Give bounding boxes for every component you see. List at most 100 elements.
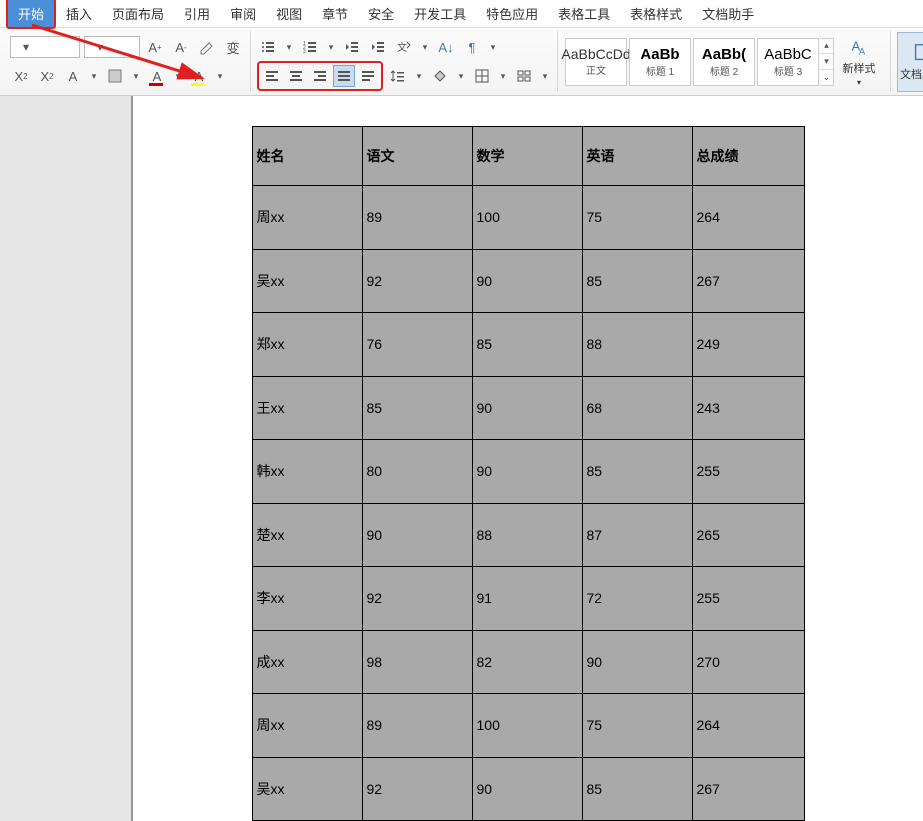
style-normal[interactable]: AaBbCcDd正文 [565, 38, 627, 86]
table-row[interactable]: 王xx859068243 [252, 376, 804, 440]
table-cell[interactable]: 85 [582, 249, 692, 313]
table-row[interactable]: 周xx8910075264 [252, 186, 804, 250]
table-cell[interactable]: 周xx [252, 694, 362, 758]
styles-scroll[interactable]: ▴▾⌄ [820, 38, 834, 86]
table-cell[interactable]: 80 [362, 440, 472, 504]
show-marks-icon[interactable]: ¶ [461, 36, 483, 58]
shading-caret[interactable]: ▾ [455, 65, 467, 87]
decrease-indent-icon[interactable] [341, 36, 363, 58]
table-row[interactable]: 郑xx768588249 [252, 313, 804, 377]
font-color-caret[interactable]: ▾ [172, 65, 184, 87]
font-name-combo[interactable]: ▾ [10, 36, 80, 58]
table-row[interactable]: 楚xx908887265 [252, 503, 804, 567]
table-cell[interactable]: 88 [472, 503, 582, 567]
increase-indent-icon[interactable] [367, 36, 389, 58]
table-cell[interactable]: 264 [692, 694, 804, 758]
table-cell[interactable]: 68 [582, 376, 692, 440]
table-row[interactable]: 李xx929172255 [252, 567, 804, 631]
menu-item-4[interactable]: 审阅 [220, 0, 266, 27]
menu-item-6[interactable]: 章节 [312, 0, 358, 27]
table-header-cell[interactable]: 总成绩 [692, 127, 804, 186]
table-header-cell[interactable]: 语文 [362, 127, 472, 186]
table-cell[interactable]: 85 [582, 440, 692, 504]
document-table[interactable]: 姓名 语文 数学 英语 总成绩 周xx8910075264吴xx92908526… [252, 126, 805, 821]
table-cell[interactable]: 89 [362, 186, 472, 250]
menu-item-12[interactable]: 文档助手 [692, 0, 764, 27]
table-row[interactable]: 韩xx809085255 [252, 440, 804, 504]
table-cell[interactable]: 75 [582, 694, 692, 758]
table-cell[interactable]: 郑xx [252, 313, 362, 377]
table-cell[interactable]: 87 [582, 503, 692, 567]
menu-item-10[interactable]: 表格工具 [548, 0, 620, 27]
table-cell[interactable]: 255 [692, 440, 804, 504]
char-shading-caret[interactable]: ▾ [130, 65, 142, 87]
line-spacing-icon[interactable] [387, 65, 409, 87]
table-cell[interactable]: 89 [362, 694, 472, 758]
table-cell[interactable]: 255 [692, 567, 804, 631]
table-cell[interactable]: 90 [362, 503, 472, 567]
table-cell[interactable]: 249 [692, 313, 804, 377]
table-row[interactable]: 吴xx929085267 [252, 757, 804, 821]
show-marks-caret[interactable]: ▾ [487, 36, 499, 58]
table-header-cell[interactable]: 姓名 [252, 127, 362, 186]
sort-icon[interactable]: A↓ [435, 36, 457, 58]
bullet-list-icon[interactable] [257, 36, 279, 58]
table-cell[interactable]: 王xx [252, 376, 362, 440]
menu-item-3[interactable]: 引用 [174, 0, 220, 27]
tabs-caret[interactable]: ▾ [539, 65, 551, 87]
table-cell[interactable]: 李xx [252, 567, 362, 631]
table-cell[interactable]: 90 [472, 376, 582, 440]
number-list-caret[interactable]: ▾ [325, 36, 337, 58]
table-header-cell[interactable]: 数学 [472, 127, 582, 186]
table-cell[interactable]: 85 [582, 757, 692, 821]
borders-icon[interactable] [471, 65, 493, 87]
table-cell[interactable]: 成xx [252, 630, 362, 694]
table-cell[interactable]: 90 [472, 249, 582, 313]
menu-item-8[interactable]: 开发工具 [404, 0, 476, 27]
menu-item-11[interactable]: 表格样式 [620, 0, 692, 27]
table-cell[interactable]: 267 [692, 249, 804, 313]
highlight-caret[interactable]: ▾ [214, 65, 226, 87]
table-row[interactable]: 周xx8910075264 [252, 694, 804, 758]
subscript-icon[interactable]: X2 [36, 65, 58, 87]
text-direction-caret[interactable]: ▾ [419, 36, 431, 58]
table-cell[interactable]: 周xx [252, 186, 362, 250]
align-justify-icon[interactable] [333, 65, 355, 87]
table-header-cell[interactable]: 英语 [582, 127, 692, 186]
change-case-caret[interactable]: ▾ [88, 65, 100, 87]
table-cell[interactable]: 90 [582, 630, 692, 694]
align-center-icon[interactable] [285, 65, 307, 87]
table-cell[interactable]: 88 [582, 313, 692, 377]
style-heading1[interactable]: AaBb标题 1 [629, 38, 691, 86]
table-cell[interactable]: 265 [692, 503, 804, 567]
table-row[interactable]: 吴xx929085267 [252, 249, 804, 313]
table-cell[interactable]: 264 [692, 186, 804, 250]
font-size-combo[interactable]: ▾ [84, 36, 140, 58]
font-color-icon[interactable]: A [146, 65, 168, 87]
line-spacing-caret[interactable]: ▾ [413, 65, 425, 87]
table-cell[interactable]: 楚xx [252, 503, 362, 567]
table-cell[interactable]: 85 [472, 313, 582, 377]
table-cell[interactable]: 91 [472, 567, 582, 631]
table-cell[interactable]: 吴xx [252, 249, 362, 313]
table-cell[interactable]: 100 [472, 694, 582, 758]
table-cell[interactable]: 吴xx [252, 757, 362, 821]
change-case-icon[interactable]: A [62, 65, 84, 87]
menu-item-1[interactable]: 插入 [56, 0, 102, 27]
table-cell[interactable]: 267 [692, 757, 804, 821]
style-heading2[interactable]: AaBb(标题 2 [693, 38, 755, 86]
table-cell[interactable]: 243 [692, 376, 804, 440]
table-cell[interactable]: 76 [362, 313, 472, 377]
table-cell[interactable]: 75 [582, 186, 692, 250]
tabs-icon[interactable] [513, 65, 535, 87]
shrink-font-icon[interactable]: A- [170, 36, 192, 58]
highlight-icon[interactable]: A [188, 65, 210, 87]
clear-format-icon[interactable] [196, 36, 218, 58]
menu-item-7[interactable]: 安全 [358, 0, 404, 27]
doc-helper-button[interactable]: 文档助手 [897, 32, 923, 92]
shading-icon[interactable] [429, 65, 451, 87]
borders-caret[interactable]: ▾ [497, 65, 509, 87]
menu-item-0[interactable]: 开始 [6, 0, 56, 29]
superscript-icon[interactable]: X2 [10, 65, 32, 87]
number-list-icon[interactable]: 123 [299, 36, 321, 58]
